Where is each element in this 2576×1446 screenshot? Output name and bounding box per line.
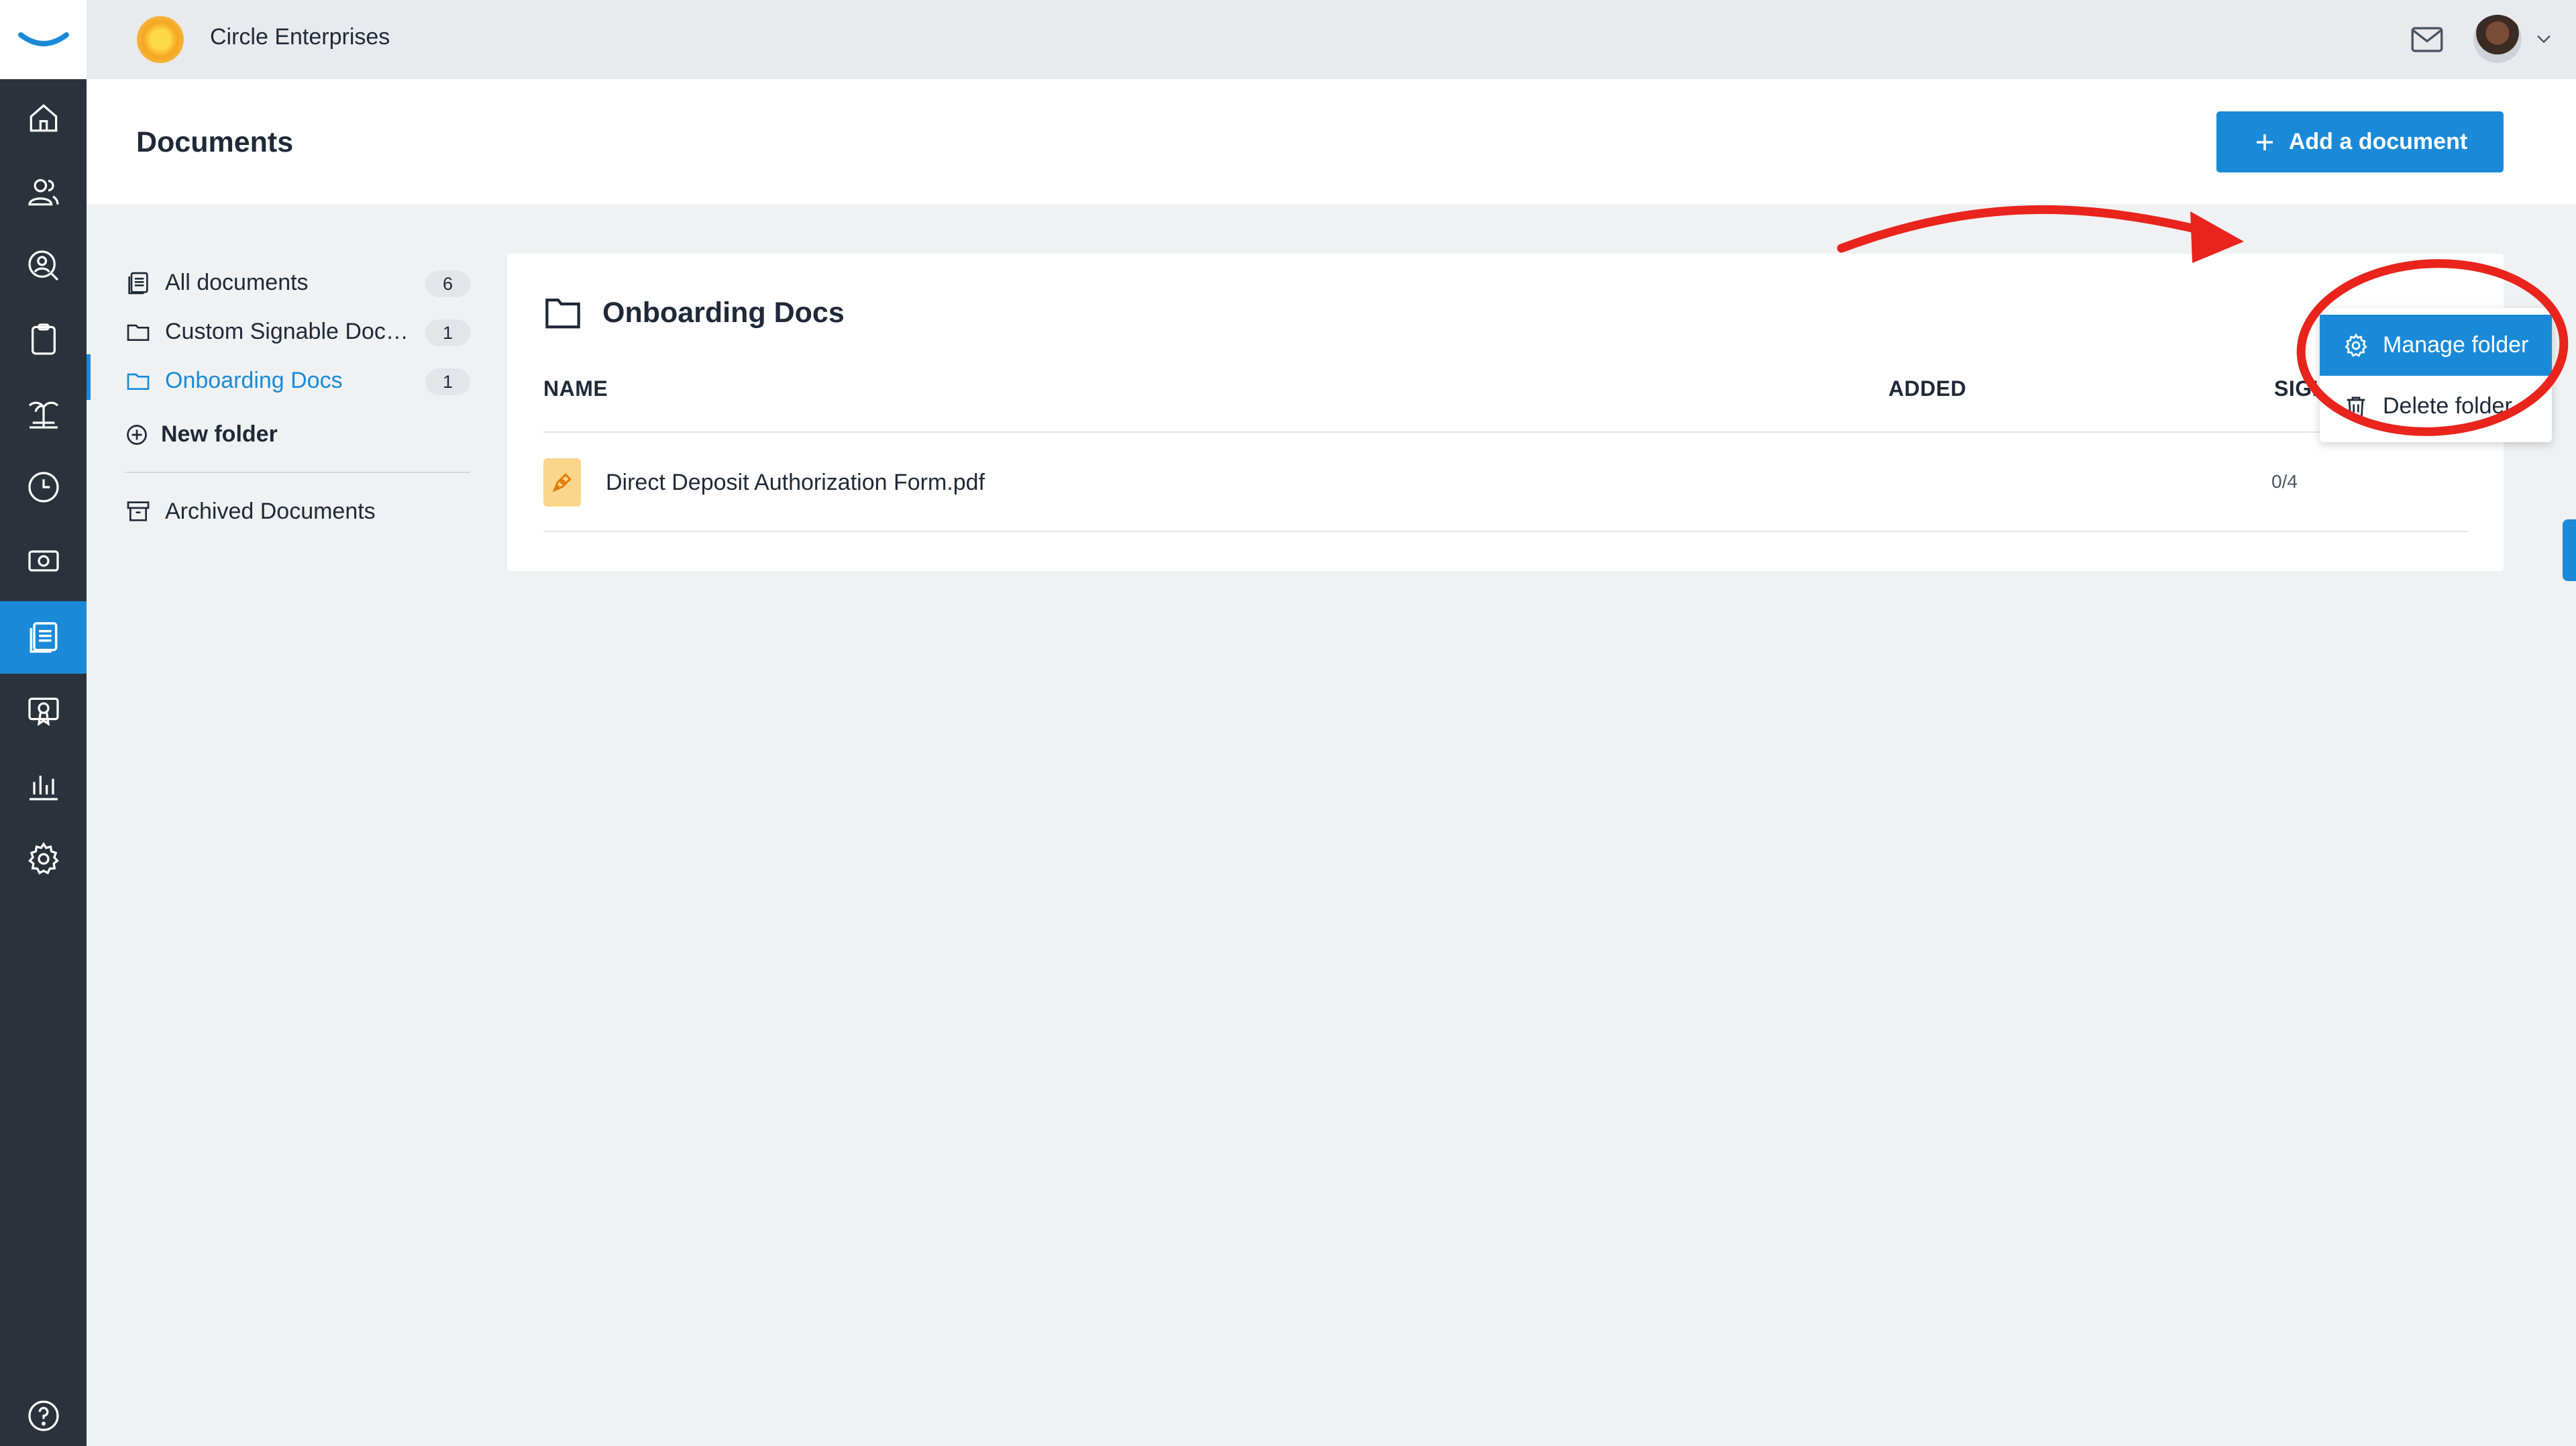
company-name[interactable]: Circle Enterprises	[210, 24, 390, 50]
column-header-added[interactable]: ADDED	[1888, 376, 1966, 401]
folder-content-card: Onboarding Docs NAME ADDED SIGI Direct D…	[507, 254, 2504, 571]
home-icon	[30, 104, 57, 132]
page-header: Documents Add a document	[87, 79, 2576, 204]
plus-circle-icon	[127, 424, 147, 445]
nav-time-off[interactable]	[0, 377, 87, 450]
folder-label: Custom Signable Doc…	[165, 319, 409, 344]
delete-folder-menu-item[interactable]: Delete folder	[2320, 376, 2552, 437]
delete-folder-label: Delete folder	[2383, 393, 2512, 419]
settings-icon	[28, 841, 59, 875]
divider	[543, 431, 2467, 433]
nav-settings[interactable]	[0, 823, 87, 895]
folder-count-badge: 1	[425, 319, 470, 346]
top-bar: Circle Enterprises	[87, 0, 2576, 79]
folder-title: Onboarding Docs	[543, 295, 845, 330]
divider	[125, 472, 470, 473]
document-name-link[interactable]: Direct Deposit Authorization Form.pdf	[606, 470, 985, 496]
documents-icon	[30, 622, 57, 653]
folder-list: All documents 6 Custom Signable Doc… 1 O…	[125, 258, 470, 535]
annotation-arrow	[1837, 205, 2212, 253]
folder-item-onboarding-docs[interactable]: Onboarding Docs 1	[125, 356, 470, 405]
nav-home[interactable]	[0, 82, 87, 154]
app-logo-icon	[17, 32, 69, 46]
chevron-down-icon[interactable]	[2532, 27, 2556, 51]
folder-label: All documents	[165, 270, 309, 295]
nav-training[interactable]	[0, 675, 87, 747]
nav-people[interactable]	[0, 156, 87, 228]
gear-icon	[2345, 333, 2367, 357]
user-avatar[interactable]	[2473, 15, 2522, 63]
nav-time-tracking[interactable]	[0, 451, 87, 523]
trash-icon	[2347, 396, 2365, 417]
nav-reports[interactable]	[0, 749, 87, 821]
folder-icon	[545, 298, 580, 329]
column-header-signatures[interactable]: SIGI	[2274, 376, 2318, 401]
signature-count: 0/4	[2271, 471, 2298, 492]
add-document-button[interactable]: Add a document	[2216, 111, 2504, 172]
manage-folder-label: Manage folder	[2383, 332, 2529, 358]
column-header-name[interactable]: NAME	[543, 376, 608, 401]
folder-label: Onboarding Docs	[165, 368, 343, 393]
signable-document-icon	[543, 458, 581, 507]
folder-icon	[127, 373, 150, 390]
nav-documents[interactable]	[0, 601, 87, 674]
app-logo[interactable]	[0, 0, 87, 79]
search-person-icon	[28, 250, 58, 281]
training-icon	[28, 697, 59, 727]
nav-help[interactable]	[0, 1380, 87, 1446]
plus-icon	[2256, 134, 2273, 150]
feedback-side-tab[interactable]	[2563, 519, 2576, 581]
nav-payroll[interactable]	[0, 525, 87, 597]
archive-icon	[127, 501, 150, 521]
company-logo	[137, 16, 184, 63]
folder-actions-menu: Manage folder Delete folder	[2320, 308, 2552, 442]
mail-icon[interactable]	[2408, 20, 2447, 59]
clock-icon	[28, 472, 59, 503]
manage-folder-menu-item[interactable]: Manage folder	[2320, 315, 2552, 376]
folder-count-badge: 1	[425, 368, 470, 395]
page-title: Documents	[136, 126, 294, 158]
pen-icon	[552, 473, 572, 493]
table-row-divider	[543, 531, 2467, 532]
folder-item-all-documents[interactable]: All documents 6	[125, 258, 470, 307]
new-folder-button[interactable]: New folder	[125, 405, 470, 464]
people-icon	[28, 178, 59, 206]
clipboard-icon	[31, 323, 56, 355]
archived-documents-link[interactable]: Archived Documents	[125, 488, 470, 535]
new-folder-label: New folder	[161, 421, 278, 447]
add-document-label: Add a document	[2288, 129, 2468, 154]
active-folder-indicator	[87, 354, 91, 400]
folder-count-badge: 6	[425, 270, 470, 297]
nav-clipboard[interactable]	[0, 303, 87, 376]
left-nav-rail	[0, 0, 87, 1446]
documents-stack-icon	[128, 272, 148, 294]
nav-recruiting[interactable]	[0, 229, 87, 302]
archived-label: Archived Documents	[165, 498, 376, 524]
help-icon	[28, 1400, 59, 1431]
annotation-overlay	[1837, 205, 2569, 436]
folder-item-custom-signable[interactable]: Custom Signable Doc… 1	[125, 307, 470, 356]
folder-title-text: Onboarding Docs	[602, 296, 845, 329]
money-icon	[28, 550, 59, 572]
vacation-icon	[28, 401, 58, 429]
reports-icon	[29, 776, 58, 801]
folder-icon	[127, 324, 150, 341]
